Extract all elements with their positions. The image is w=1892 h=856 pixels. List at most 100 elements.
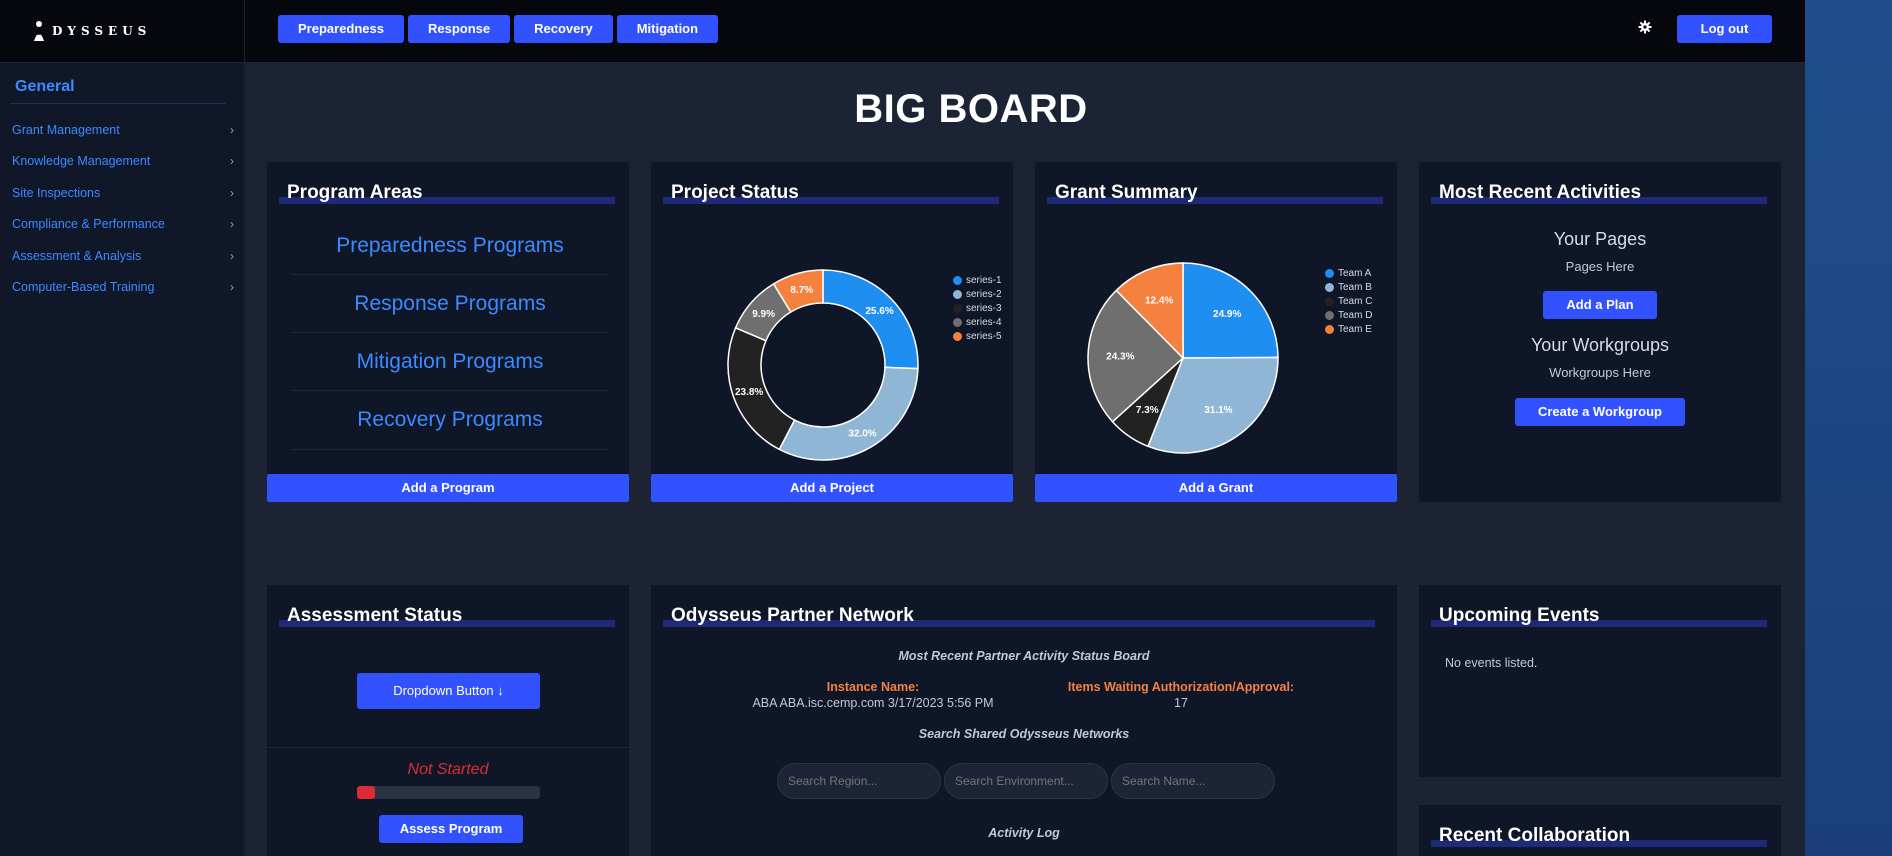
instance-label: Instance Name: <box>826 680 920 694</box>
legend-swatch <box>1325 282 1334 292</box>
logout-button[interactable]: Log out <box>1677 15 1772 43</box>
card-title: Odysseus Partner Network <box>671 605 914 626</box>
chevron-right-icon: › <box>230 154 234 169</box>
slice-series-1[interactable] <box>822 269 919 370</box>
legend-item[interactable]: series-4 <box>953 315 1002 329</box>
grant-summary-legend: Team A Team B Team C Team D Team E <box>1325 266 1372 336</box>
legend-item[interactable]: series-5 <box>953 329 1002 343</box>
legend-swatch <box>1325 268 1334 278</box>
chevron-right-icon: › <box>230 185 234 200</box>
sidebar-item-label: Grant Management <box>12 122 120 137</box>
legend-label: series-3 <box>966 302 1002 314</box>
add-project-button[interactable]: Add a Project <box>651 474 1013 502</box>
preparedness-programs-link[interactable]: Preparedness Programs <box>291 234 609 258</box>
card-title: Upcoming Events <box>1439 605 1600 626</box>
sidebar-item-label: Site Inspections <box>12 185 101 200</box>
search-region-input[interactable] <box>777 763 941 799</box>
sidebar-divider <box>10 103 226 104</box>
divider <box>267 747 629 748</box>
legend-item[interactable]: Team B <box>1325 280 1372 294</box>
waiting-value: 17 <box>1174 696 1188 710</box>
mitigation-programs-link[interactable]: Mitigation Programs <box>291 350 609 374</box>
divider <box>291 274 609 275</box>
nav-response-button[interactable]: Response <box>408 15 511 43</box>
legend-label: Team C <box>1338 295 1373 307</box>
legend-label: series-5 <box>966 330 1002 342</box>
card-title: Most Recent Activities <box>1439 182 1642 203</box>
slice-label: 25.6% <box>865 306 893 317</box>
sidebar-item-label: Computer-Based Training <box>12 280 155 295</box>
dropdown-button[interactable]: Dropdown Button ↓ <box>357 673 540 709</box>
divider <box>291 449 609 450</box>
your-workgroups-heading: Your Workgroups <box>1530 335 1670 355</box>
chevron-right-icon: › <box>230 280 234 295</box>
grant-summary-card: Grant Summary 24.9% 31.1% 7.3% 24.3% 12.4% T… <box>1035 162 1397 502</box>
add-plan-button[interactable]: Add a Plan <box>1543 291 1657 319</box>
sidebar-item-label: Knowledge Management <box>12 154 151 169</box>
add-grant-button[interactable]: Add a Grant <box>1035 474 1397 502</box>
background-strip <box>1805 0 1892 856</box>
activity-log-heading: Activity Log <box>988 826 1060 840</box>
legend-label: series-4 <box>966 316 1002 328</box>
card-title: Grant Summary <box>1055 182 1198 203</box>
slice-label: 7.3% <box>1136 405 1159 416</box>
pages-placeholder-text: Pages Here <box>1565 259 1635 274</box>
sidebar-item-compliance-performance[interactable]: Compliance & Performance › <box>12 209 234 241</box>
legend-swatch <box>953 331 962 341</box>
chevron-right-icon: › <box>230 248 234 263</box>
legend-item[interactable]: series-2 <box>953 287 1002 301</box>
legend-label: Team B <box>1338 281 1372 293</box>
add-program-button[interactable]: Add a Program <box>267 474 629 502</box>
logo[interactable]: DYSSEUS <box>32 16 152 46</box>
progress-fill <box>357 786 376 799</box>
search-environment-input[interactable] <box>944 763 1108 799</box>
waiting-label: Items Waiting Authorization/Approval: <box>1067 680 1295 694</box>
legend-item[interactable]: Team E <box>1325 322 1372 336</box>
upcoming-events-card: Upcoming Events No events listed. <box>1419 585 1781 777</box>
response-programs-link[interactable]: Response Programs <box>291 292 609 316</box>
legend-swatch <box>953 289 962 299</box>
search-name-input[interactable] <box>1111 763 1275 799</box>
slice-label: 32.0% <box>848 428 876 439</box>
slice-series-2[interactable] <box>778 366 919 461</box>
assessment-status-card: Assessment Status Dropdown Button ↓ Not … <box>267 585 629 856</box>
recent-collaboration-card: Recent Collaboration <box>1419 805 1781 856</box>
top-bar: DYSSEUS Preparedness Response Recovery M… <box>0 0 1805 63</box>
legend-label: Team D <box>1338 309 1373 321</box>
legend-label: Team A <box>1338 267 1372 279</box>
gear-icon[interactable] <box>1638 20 1652 34</box>
project-status-donut-chart: 25.6% 32.0% 23.8% 9.9% 8.7% <box>727 269 919 461</box>
sidebar-item-site-inspections[interactable]: Site Inspections › <box>12 177 234 209</box>
legend-item[interactable]: series-3 <box>953 301 1002 315</box>
sidebar-item-computer-based-training[interactable]: Computer-Based Training › <box>12 272 234 304</box>
sidebar: General Grant Management › Knowledge Man… <box>0 63 244 856</box>
assessment-progress-bar <box>357 786 540 799</box>
legend-item[interactable]: Team A <box>1325 266 1372 280</box>
slice-label: 9.9% <box>752 309 775 320</box>
legend-swatch <box>1325 310 1334 320</box>
legend-label: Team E <box>1338 323 1372 335</box>
grant-summary-pie-chart: 24.9% 31.1% 7.3% 24.3% 12.4% <box>1087 262 1279 454</box>
main-content: BIG BOARD Program Areas Preparedness Pro… <box>245 63 1805 856</box>
slice-label: 8.7% <box>790 285 813 296</box>
recent-activities-card: Most Recent Activities Your Pages Pages … <box>1419 162 1781 502</box>
legend-item[interactable]: series-1 <box>953 273 1002 287</box>
sidebar-item-assessment-analysis[interactable]: Assessment & Analysis › <box>12 240 234 272</box>
workgroups-placeholder-text: Workgroups Here <box>1549 365 1651 380</box>
legend-item[interactable]: Team C <box>1325 294 1372 308</box>
assess-program-button[interactable]: Assess Program <box>379 815 523 843</box>
nav-mitigation-button[interactable]: Mitigation <box>616 15 719 43</box>
recovery-programs-link[interactable]: Recovery Programs <box>291 408 609 432</box>
slice-label: 24.9% <box>1213 309 1241 320</box>
card-title: Recent Collaboration <box>1439 825 1631 846</box>
sidebar-title: General <box>15 78 75 95</box>
nav-recovery-button[interactable]: Recovery <box>514 15 613 43</box>
legend-item[interactable]: Team D <box>1325 308 1372 322</box>
project-status-legend: series-1 series-2 series-3 series-4 series-5 <box>953 273 1002 343</box>
logo-icon <box>34 21 44 41</box>
sidebar-item-knowledge-management[interactable]: Knowledge Management › <box>12 146 234 178</box>
sidebar-item-grant-management[interactable]: Grant Management › <box>12 114 234 146</box>
create-workgroup-button[interactable]: Create a Workgroup <box>1515 398 1685 426</box>
legend-swatch <box>953 275 962 285</box>
nav-preparedness-button[interactable]: Preparedness <box>278 15 404 43</box>
